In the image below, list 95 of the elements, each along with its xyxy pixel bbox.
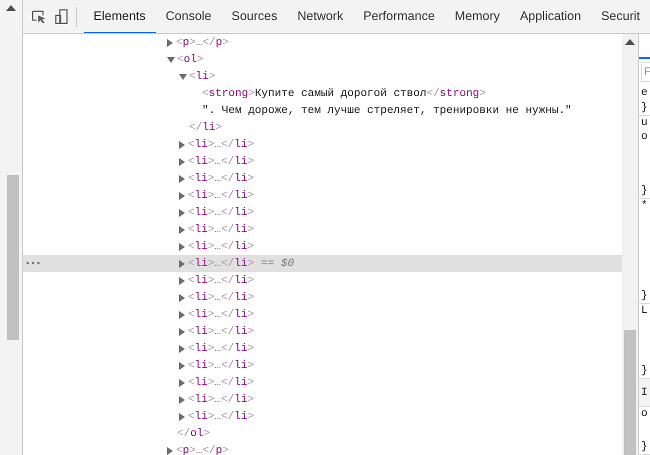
panel-tab[interactable]: Elements [84, 0, 156, 33]
element-tag: </ol> [177, 428, 210, 440]
element-tag: <li>…</li> [188, 326, 254, 338]
scroll-up-arrow-icon[interactable] [625, 39, 635, 45]
element-tag: <li>…</li> [188, 172, 254, 184]
tree-row[interactable]: ••• <li>…</li> == $0 [23, 255, 622, 272]
collapse-triangle-icon[interactable] [167, 56, 175, 62]
style-rule-text: } [641, 440, 649, 454]
style-rule-text: } [641, 184, 649, 198]
panel-tab[interactable]: Performance [353, 0, 445, 33]
expand-triangle-icon[interactable] [179, 328, 185, 336]
style-rule-text: } [641, 364, 649, 378]
tree-row[interactable]: <strong>Купите самый дорогой ствол</strong> [23, 85, 622, 102]
element-tag: <li>…</li> [188, 274, 254, 286]
scrollbar-thumb[interactable] [7, 175, 19, 340]
tree-row[interactable]: <li> [23, 68, 622, 85]
tree-row[interactable]: </li> [23, 119, 622, 136]
tree-row[interactable]: <li>…</li> [23, 374, 622, 391]
element-tag: <li>…</li> [188, 410, 254, 422]
element-tag: <p>…</p> [176, 444, 229, 455]
element-tag: <li>…</li> [188, 258, 254, 270]
tree-row[interactable]: <li>…</li> [23, 340, 622, 357]
element-tag: <li>…</li> [188, 156, 254, 168]
element-tag: <li>…</li> [188, 206, 254, 218]
panel-tab[interactable]: Memory [444, 0, 510, 33]
style-rule-text: o [641, 407, 649, 421]
panel-tab[interactable]: Network [287, 0, 354, 33]
tree-row[interactable]: <li>…</li> [23, 221, 622, 238]
expand-triangle-icon[interactable] [179, 294, 185, 302]
expand-triangle-icon[interactable] [179, 158, 185, 166]
element-tag: </li> [189, 122, 222, 134]
element-tag: <p>…</p> [176, 36, 229, 48]
element-tag: <li>…</li> [188, 308, 254, 320]
expand-triangle-icon[interactable] [179, 362, 185, 370]
expand-triangle-icon[interactable] [167, 38, 173, 46]
expand-triangle-icon[interactable] [179, 276, 185, 284]
tree-row[interactable]: <li>…</li> [23, 153, 622, 170]
expand-triangle-icon[interactable] [179, 174, 185, 182]
expand-triangle-icon[interactable] [179, 412, 185, 420]
tree-row[interactable]: <p>…</p> [23, 442, 622, 455]
tree-row[interactable]: <li>…</li> [23, 391, 622, 408]
tree-row[interactable]: <p>…</p> [23, 34, 622, 51]
expand-triangle-icon[interactable] [179, 396, 185, 404]
style-rule-text: } [641, 289, 649, 303]
text-content: ". Чем дороже, тем лучше стреляет, тренировки не нужны." [202, 104, 572, 116]
tree-row[interactable]: <li>…</li> [23, 306, 622, 323]
element-tag: <li>…</li> [188, 394, 254, 406]
expand-triangle-icon[interactable] [179, 378, 185, 386]
panel-tab[interactable]: Application [510, 0, 592, 33]
tree-row[interactable]: <li>…</li> [23, 204, 622, 221]
element-tag: <li>…</li> [188, 342, 254, 354]
style-rule-text: } [641, 101, 649, 115]
style-rule-text: * [641, 199, 649, 213]
tree-row[interactable]: </ol> [23, 425, 622, 442]
element-tag: <li>…</li> [188, 240, 254, 252]
element-tag: <li>…</li> [188, 376, 254, 388]
tree-row[interactable]: <li>…</li> [23, 187, 622, 204]
tree-row[interactable]: <li>…</li> [23, 323, 622, 340]
element-tag: <li>…</li> [188, 190, 254, 202]
panel-tab[interactable]: Securit [591, 0, 650, 33]
tree-row[interactable]: <li>…</li> [23, 136, 622, 153]
element-tag: <ol> [177, 54, 204, 66]
element-tag: <li>…</li> [188, 224, 254, 236]
panel-tab[interactable]: Sources [222, 0, 288, 33]
expand-triangle-icon[interactable] [179, 260, 185, 268]
style-rule-text: o [641, 130, 649, 144]
tree-row[interactable]: <li>…</li> [23, 170, 622, 187]
expand-triangle-icon[interactable] [167, 446, 173, 454]
tree-row[interactable]: <li>…</li> [23, 272, 622, 289]
expand-triangle-icon[interactable] [179, 140, 185, 148]
tree-row[interactable]: <li>…</li> [23, 357, 622, 374]
style-rule-text: L [641, 304, 649, 318]
device-toolbar-icon[interactable] [54, 6, 68, 26]
style-rule-text: I [641, 386, 649, 400]
scrollbar-thumb[interactable] [624, 330, 636, 455]
element-line: <strong>Купите самый дорогой ствол</strong> [202, 88, 486, 100]
expand-triangle-icon[interactable] [179, 226, 185, 234]
panel-tab[interactable]: Console [156, 0, 222, 33]
tree-row[interactable]: <ol> [23, 51, 622, 68]
expand-triangle-icon[interactable] [179, 208, 185, 216]
element-tag: <li>…</li> [188, 138, 254, 150]
tree-row[interactable]: ". Чем дороже, тем лучше стреляет, тренировки не нужны." [23, 102, 622, 119]
selected-element-marker: == $0 [261, 258, 294, 270]
tree-row[interactable]: <li>…</li> [23, 408, 622, 425]
expand-triangle-icon[interactable] [179, 310, 185, 318]
scroll-up-arrow-icon[interactable] [6, 5, 16, 11]
style-rule-text: u [641, 116, 649, 130]
tree-row[interactable]: <li>…</li> [23, 289, 622, 306]
expand-triangle-icon[interactable] [179, 344, 185, 352]
element-tag: <li>…</li> [188, 292, 254, 304]
element-tag: <li> [189, 70, 216, 82]
element-tag: <li>…</li> [188, 360, 254, 372]
expand-triangle-icon[interactable] [179, 192, 185, 200]
collapse-triangle-icon[interactable] [179, 74, 187, 80]
style-rule-text: e [641, 86, 649, 100]
